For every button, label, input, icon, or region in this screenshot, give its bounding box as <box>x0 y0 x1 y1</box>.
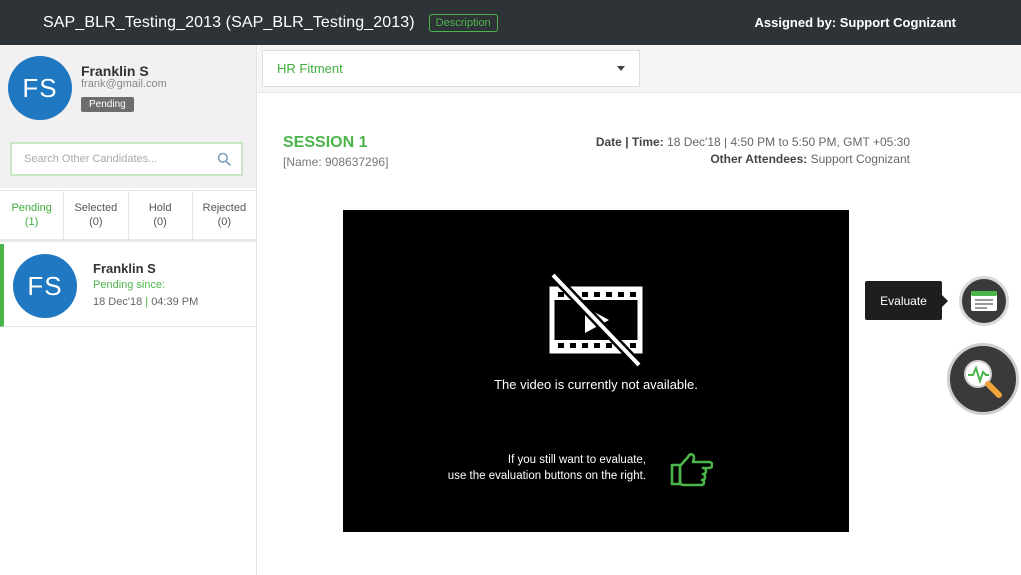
status-tabs: Pending (1) Selected (0) Hold (0) Reject… <box>0 190 256 242</box>
candidate-sidebar: FS Franklin S frank@gmail.com Pending Pe… <box>0 45 257 575</box>
search-input[interactable] <box>24 153 217 165</box>
tab-label: Hold <box>148 202 172 214</box>
attendees-label: Other Attendees: <box>710 152 808 166</box>
datetime-value: 18 Dec'18 | 4:50 PM to 5:50 PM, GMT +05:… <box>667 135 910 149</box>
search-box <box>10 142 243 176</box>
session-datetime: Date | Time: 18 Dec'18 | 4:50 PM to 5:50… <box>596 134 910 151</box>
tab-count: (1) <box>24 216 39 228</box>
round-select-value: HR Fitment <box>277 61 343 76</box>
hint-line-1: If you still want to evaluate, <box>507 454 646 466</box>
session-attendees: Other Attendees: Support Cognizant <box>596 151 910 168</box>
candidate-profile: FS Franklin S frank@gmail.com Pending <box>0 45 256 188</box>
tab-count: (0) <box>217 216 232 228</box>
evaluate-tooltip: Evaluate <box>865 281 948 320</box>
tab-selected[interactable]: Selected (0) <box>64 191 129 239</box>
tab-count: (0) <box>89 216 103 228</box>
session-title: SESSION 1 <box>283 134 368 151</box>
candidate-name: Franklin S <box>93 261 156 276</box>
status-badge: Pending <box>81 97 134 112</box>
analyze-button[interactable] <box>947 343 1019 415</box>
description-button[interactable]: Description <box>428 13 498 32</box>
tab-hold[interactable]: Hold (0) <box>129 191 193 239</box>
date-separator: | <box>145 296 149 308</box>
session-meta: Date | Time: 18 Dec'18 | 4:50 PM to 5:50… <box>596 134 910 168</box>
caret-down-icon <box>617 66 625 71</box>
tab-label: Pending <box>11 202 52 214</box>
tab-rejected[interactable]: Rejected (0) <box>193 191 256 239</box>
datetime-label: Date | Time: <box>595 135 664 149</box>
tab-pending[interactable]: Pending (1) <box>0 191 65 239</box>
avatar: FS <box>8 56 72 120</box>
evaluate-form-icon <box>971 291 997 311</box>
evaluate-button[interactable] <box>959 276 1009 326</box>
video-off-icon <box>549 273 643 367</box>
profile-name: Franklin S <box>81 63 149 79</box>
candidate-list-item[interactable]: FS Franklin S Pending since: 18 Dec'18 |… <box>0 244 256 327</box>
attendees-value: Support Cognizant <box>810 152 910 166</box>
search-icon[interactable] <box>217 152 231 166</box>
assigned-by-label: Assigned by: Support Cognizant <box>754 15 957 30</box>
evaluate-hint: If you still want to evaluate, use the e… <box>448 452 646 484</box>
job-title: SAP_BLR_Testing_2013 (SAP_BLR_Testing_20… <box>43 13 415 31</box>
profile-email: frank@gmail.com <box>81 78 167 90</box>
top-header: SAP_BLR_Testing_2013 (SAP_BLR_Testing_20… <box>0 0 1021 45</box>
video-unavailable-message: The video is currently not available. <box>494 377 698 392</box>
tab-label: Rejected <box>202 202 247 214</box>
candidate-status: Pending since: <box>93 279 166 291</box>
round-select[interactable]: HR Fitment <box>262 50 640 87</box>
analyze-magnifier-icon <box>964 360 1002 398</box>
tab-count: (0) <box>153 216 167 228</box>
thumb-pointing-right-icon <box>670 453 713 487</box>
video-player: The video is currently not available. If… <box>343 210 849 532</box>
candidate-time-value: 04:39 PM <box>151 296 199 308</box>
session-name: [Name: 908637296] <box>283 155 389 169</box>
hint-line-2: use the evaluation buttons on the right. <box>447 470 646 482</box>
tab-label: Selected <box>74 202 118 214</box>
candidate-date: 18 Dec'18 | 04:39 PM <box>93 296 198 308</box>
round-select-bar: HR Fitment <box>258 45 1021 93</box>
avatar: FS <box>13 254 77 318</box>
candidate-date-value: 18 Dec'18 <box>93 296 143 308</box>
